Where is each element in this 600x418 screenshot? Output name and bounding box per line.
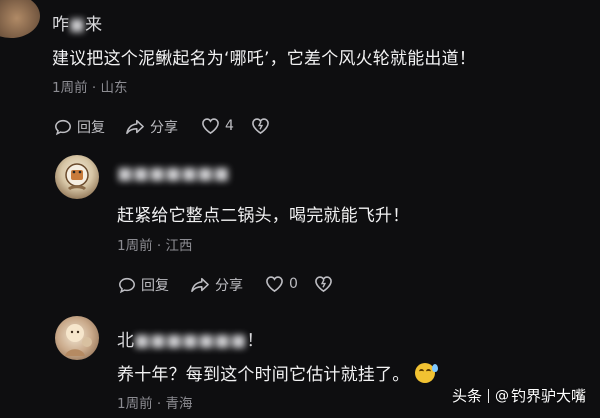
username-text: 北 [117,331,134,351]
meta-separator: · [156,238,162,254]
comment-location: 山东 [100,80,128,96]
reply-label: 回复 [141,278,169,294]
avatar-image [65,324,92,356]
reply-icon [55,119,71,136]
like-count: 4 [225,118,234,134]
username-text: 来 [85,15,103,35]
comment-time: 1周前 [117,396,153,412]
sweat-smile-emoji-icon [415,363,439,383]
watermark-brand: 头条 [451,387,482,405]
meta-separator: · [156,396,162,412]
share-label: 分享 [215,278,243,294]
like-count: 0 [289,276,298,292]
username[interactable]: ■■■■■■■ [117,164,229,184]
username-text: ！ [246,331,264,351]
meta-separator: · [91,80,97,96]
watermark-account: 钓界驴大嘴 [510,387,586,405]
like-button[interactable]: 0 [265,275,298,293]
username-redacted: ■■■■■■■ [134,331,247,351]
share-button[interactable]: 分享 [190,275,243,295]
avatar-image [65,163,89,191]
like-button[interactable]: 4 [201,117,234,135]
reply-label: 回复 [77,120,105,136]
watermark: 头条 @ 钓界驴大嘴 [452,385,586,406]
comment-text: 建议把这个泥鳅起名为‘哪吒’，它差个风火轮就能出道！ [52,49,477,69]
dislike-icon [315,276,332,293]
share-icon [126,119,144,135]
comment-meta: 1周前 · 山东 [52,76,127,96]
dislike-button[interactable] [314,275,333,293]
username[interactable]: 北■■■■■■■！ [117,326,263,351]
comment-time: 1周前 [117,238,153,254]
dislike-icon [252,118,269,135]
watermark-at: @ [494,387,509,404]
comment-text: 赶紧给它整点二锅头，喝完就能飞升！ [117,206,410,226]
share-icon [191,277,209,293]
username-redacted: ■ [69,15,86,35]
username-text: 咋 [52,15,69,35]
reply-button[interactable]: 回复 [54,117,105,137]
reply-button[interactable]: 回复 [118,275,169,295]
dislike-button[interactable] [251,117,270,135]
comment-location: 青海 [165,396,193,412]
comment-meta: 1周前 · 江西 [117,234,192,254]
comment-text: 养十年？每到这个时间它估计就挂了。 [117,365,410,385]
username-redacted: ■■■■■■■ [117,164,230,184]
username[interactable]: 咋■来 [52,10,102,35]
comment-location: 江西 [165,238,193,254]
avatar[interactable] [55,155,99,199]
reply-icon [119,277,135,294]
comment-time: 1周前 [52,80,88,96]
avatar[interactable] [0,0,40,38]
comment-meta: 1周前 · 青海 [117,392,192,412]
like-icon [202,118,219,135]
watermark-separator [487,388,489,403]
share-button[interactable]: 分享 [125,117,178,137]
share-label: 分享 [150,120,178,136]
avatar[interactable] [55,316,99,360]
comment: 养十年？每到这个时间它估计就挂了。 [117,360,439,385]
like-icon [266,276,283,293]
